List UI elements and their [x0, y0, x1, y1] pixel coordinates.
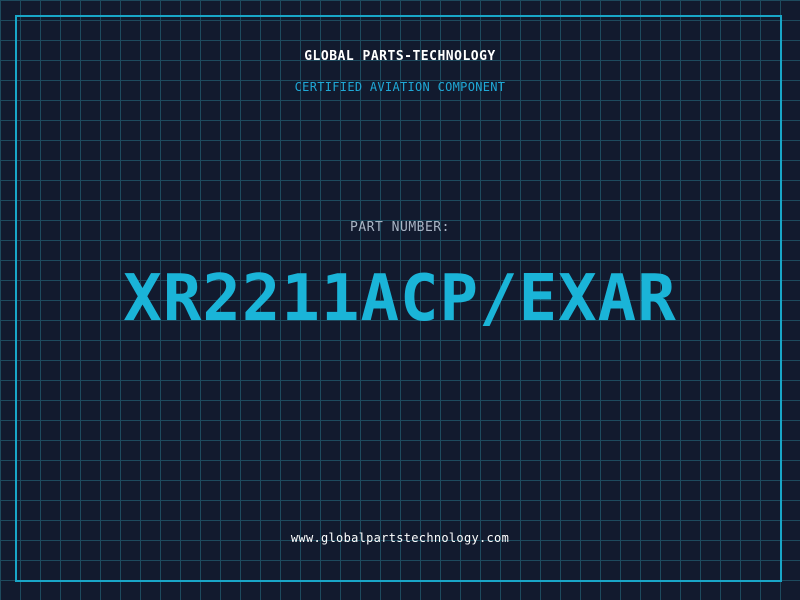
website-url: www.globalpartstechnology.com [290, 531, 510, 545]
part-number-label: PART NUMBER: [350, 220, 450, 235]
company-name: GLOBAL PARTS-TECHNOLOGY [304, 49, 496, 64]
part-number-value: XR2211ACP/EXAR [123, 262, 677, 336]
certificate-panel: GLOBAL PARTS-TECHNOLOGY CERTIFIED AVIATI… [0, 0, 800, 600]
certification-subtitle: CERTIFIED AVIATION COMPONENT [294, 80, 506, 94]
